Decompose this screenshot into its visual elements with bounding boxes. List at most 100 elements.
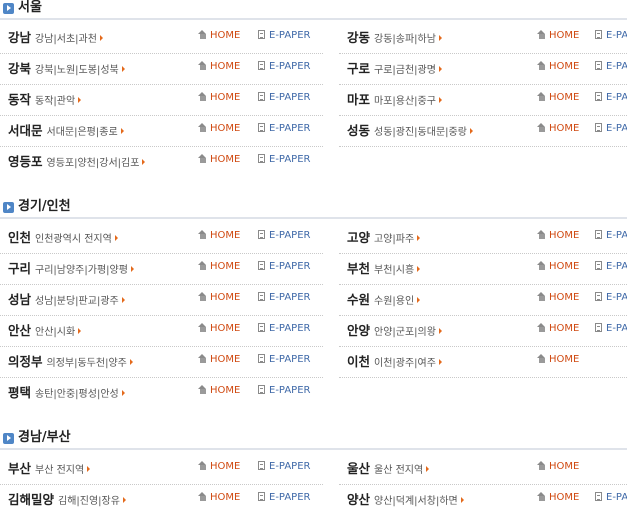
home-link[interactable]: HOME bbox=[537, 229, 579, 243]
region-link[interactable]: 인천 인천광역시 전지역 bbox=[8, 230, 118, 248]
home-link[interactable]: HOME bbox=[198, 322, 240, 336]
document-icon bbox=[258, 61, 265, 70]
home-link[interactable]: HOME bbox=[198, 460, 240, 474]
region-link[interactable]: 영등포 영등포|양천|강서|김포 bbox=[8, 154, 146, 172]
region-row: 부천부천|시흥 HOME E-PAPER bbox=[339, 254, 627, 285]
region-link[interactable]: 수원 수원|용인 bbox=[347, 292, 421, 310]
epaper-link[interactable]: E-PAPER bbox=[595, 322, 627, 336]
region-link[interactable]: 강동 강동|송파|하남 bbox=[347, 30, 442, 48]
section-gyeonggi-incheon: 경기/인천 인천 인천광역시 전지역 HOME E-PAPER 구리 구리|남양주|… bbox=[0, 199, 627, 400]
home-link[interactable]: HOME bbox=[537, 291, 579, 305]
region-link[interactable]: 양산 양산|덕계|서창|하면 bbox=[347, 492, 464, 510]
region-link[interactable]: 안산 안산|시화 bbox=[8, 323, 82, 341]
region-link[interactable]: 성동 성동|광진|동대문|중랑 bbox=[347, 123, 473, 141]
region-row: 영등포 영등포|양천|강서|김포 HOME E-PAPER bbox=[0, 147, 323, 178]
document-icon bbox=[258, 461, 265, 470]
epaper-link[interactable]: E-PAPER bbox=[258, 29, 310, 43]
home-icon bbox=[537, 461, 546, 470]
region-link[interactable]: 안양 안양|군포|의왕 bbox=[347, 323, 442, 341]
region-link[interactable]: 구로 구로|금천|광명 bbox=[347, 61, 442, 79]
home-link[interactable]: HOME bbox=[198, 153, 240, 167]
arrow-right-icon bbox=[122, 497, 126, 503]
arrow-right-icon bbox=[130, 266, 134, 272]
epaper-link[interactable]: E-PAPER bbox=[258, 229, 310, 243]
epaper-link[interactable]: E-PAPER bbox=[258, 460, 310, 474]
epaper-link[interactable]: E-PAPER bbox=[595, 29, 627, 43]
region-link[interactable]: 구리 구리|남양주|가평|양평 bbox=[8, 261, 134, 279]
region-link[interactable]: 동작 동작|관악 bbox=[8, 92, 82, 110]
home-link[interactable]: HOME bbox=[537, 29, 579, 43]
arrow-right-icon bbox=[417, 266, 421, 272]
region-row: 울산 울산 전지역 HOME bbox=[339, 454, 627, 485]
region-link[interactable]: 강남 강남|서초|과천 bbox=[8, 30, 103, 48]
epaper-link[interactable]: E-PAPER bbox=[258, 291, 310, 305]
home-link[interactable]: HOME bbox=[537, 322, 579, 336]
region-link[interactable]: 서대문 서대문|은평|종로 bbox=[8, 123, 124, 141]
region-row: 성남 성남|분당|판교|광주 HOME E-PAPER bbox=[0, 285, 323, 316]
region-row: 서대문 서대문|은평|종로 HOME E-PAPER bbox=[0, 116, 323, 147]
region-link[interactable]: 마포 마포|용산|중구 bbox=[347, 92, 442, 110]
region-link[interactable]: 평택 송탄|안중|평성|안성 bbox=[8, 385, 125, 403]
epaper-link[interactable]: E-PAPER bbox=[258, 491, 310, 505]
epaper-link[interactable]: E-PAPER bbox=[258, 322, 310, 336]
region-link[interactable]: 부천 부천|시흥 bbox=[347, 261, 421, 279]
region-row: 구로구로|금천|광명 HOME E-PAPER bbox=[339, 54, 627, 85]
home-icon bbox=[537, 92, 546, 101]
region-link[interactable]: 울산 울산 전지역 bbox=[347, 461, 430, 479]
document-icon bbox=[258, 385, 265, 394]
region-link[interactable]: 부산 부산 전지역 bbox=[8, 461, 91, 479]
epaper-link[interactable]: E-PAPER bbox=[258, 353, 310, 367]
arrow-right-icon bbox=[121, 390, 125, 396]
epaper-link[interactable]: E-PAPER bbox=[258, 153, 310, 167]
epaper-link[interactable]: E-PAPER bbox=[595, 229, 627, 243]
home-link[interactable]: HOME bbox=[537, 91, 579, 105]
epaper-link[interactable]: E-PAPER bbox=[258, 122, 310, 136]
epaper-link[interactable]: E-PAPER bbox=[595, 91, 627, 105]
document-icon bbox=[595, 323, 602, 332]
home-link[interactable]: HOME bbox=[537, 122, 579, 136]
epaper-link[interactable]: E-PAPER bbox=[258, 60, 310, 74]
home-link[interactable]: HOME bbox=[198, 29, 240, 43]
region-link[interactable]: 고양 고양|파주 bbox=[347, 230, 421, 248]
home-link[interactable]: HOME bbox=[198, 291, 240, 305]
section-gyeongnam-busan: 경남/부산 부산 부산 전지역 HOME E-PAPER 김해밀양 김해|진영|장유… bbox=[0, 430, 627, 507]
section-divider bbox=[0, 448, 627, 450]
region-link[interactable]: 김해밀양 김해|진영|장유 bbox=[8, 492, 126, 510]
home-link[interactable]: HOME bbox=[537, 353, 579, 367]
region-link[interactable]: 이천 이천|광주|여주 bbox=[347, 354, 442, 372]
home-link[interactable]: HOME bbox=[198, 60, 240, 74]
home-icon bbox=[537, 30, 546, 39]
epaper-link[interactable]: E-PAPER bbox=[595, 491, 627, 505]
arrow-right-icon bbox=[438, 97, 442, 103]
home-link[interactable]: HOME bbox=[537, 460, 579, 474]
epaper-link[interactable]: E-PAPER bbox=[595, 60, 627, 74]
home-link[interactable]: HOME bbox=[198, 260, 240, 274]
home-icon bbox=[198, 492, 207, 501]
home-link[interactable]: HOME bbox=[198, 353, 240, 367]
epaper-link[interactable]: E-PAPER bbox=[258, 260, 310, 274]
epaper-link[interactable]: E-PAPER bbox=[258, 384, 310, 398]
region-link[interactable]: 의정부 의정부|동두천|양주 bbox=[8, 354, 133, 372]
home-icon bbox=[537, 230, 546, 239]
epaper-link[interactable]: E-PAPER bbox=[595, 291, 627, 305]
epaper-link[interactable]: E-PAPER bbox=[595, 260, 627, 274]
home-link[interactable]: HOME bbox=[537, 60, 579, 74]
home-link[interactable]: HOME bbox=[537, 491, 579, 505]
epaper-link[interactable]: E-PAPER bbox=[258, 91, 310, 105]
home-link[interactable]: HOME bbox=[537, 260, 579, 274]
home-link[interactable]: HOME bbox=[198, 229, 240, 243]
home-icon bbox=[537, 492, 546, 501]
document-icon bbox=[595, 261, 602, 270]
arrow-right-icon bbox=[417, 235, 421, 241]
document-icon bbox=[595, 292, 602, 301]
row-divider bbox=[339, 377, 627, 378]
home-link[interactable]: HOME bbox=[198, 491, 240, 505]
home-link[interactable]: HOME bbox=[198, 122, 240, 136]
home-icon bbox=[537, 323, 546, 332]
region-row: 구리 구리|남양주|가평|양평 HOME E-PAPER bbox=[0, 254, 323, 285]
region-link[interactable]: 강북 강북|노원|도봉|성북 bbox=[8, 61, 125, 79]
epaper-link[interactable]: E-PAPER bbox=[595, 122, 627, 136]
home-link[interactable]: HOME bbox=[198, 384, 240, 398]
home-link[interactable]: HOME bbox=[198, 91, 240, 105]
region-link[interactable]: 성남 성남|분당|판교|광주 bbox=[8, 292, 125, 310]
